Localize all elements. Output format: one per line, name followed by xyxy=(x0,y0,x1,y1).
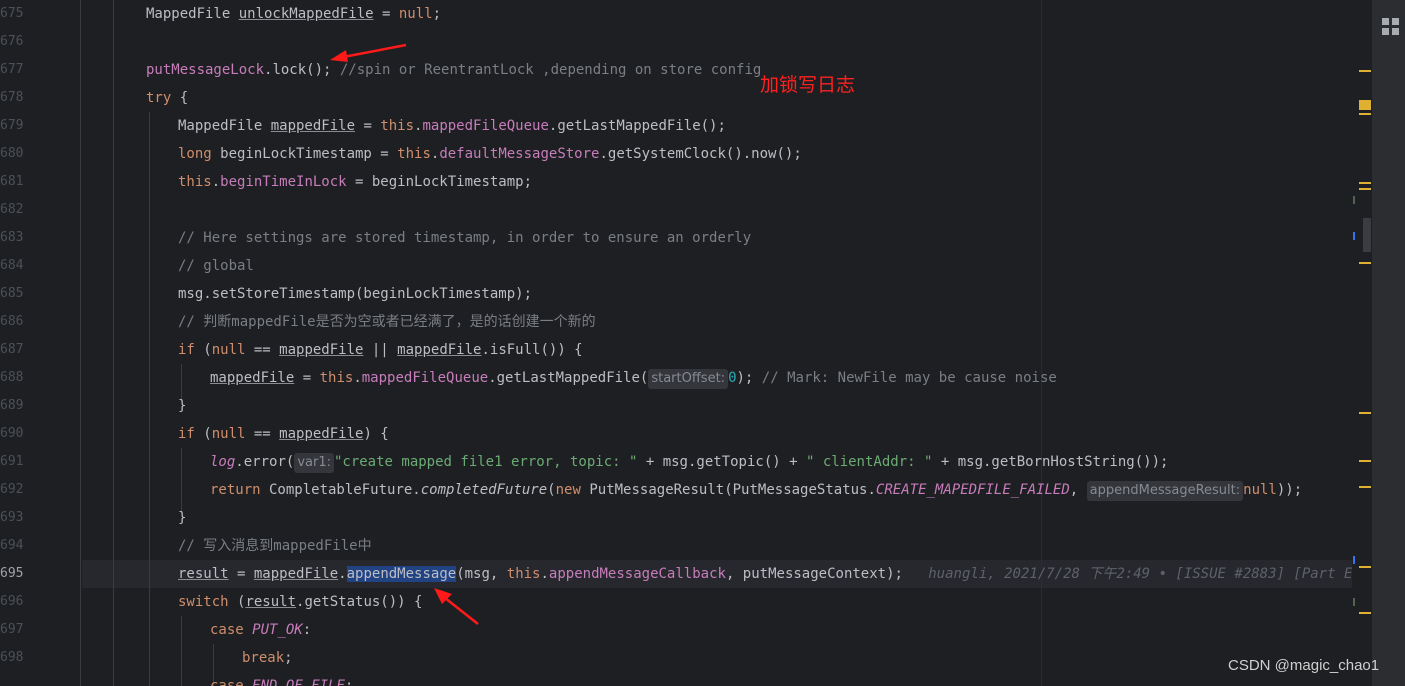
line-number-gutter[interactable]: 675 676 677 678 679 680 681 682 683 684 … xyxy=(0,0,82,686)
warning-marker[interactable] xyxy=(1359,100,1371,110)
line-number: 679 xyxy=(0,118,24,133)
right-tool-strip xyxy=(1372,0,1405,686)
watermark: CSDN @magic_chao1 xyxy=(1228,657,1380,674)
line-number: 682 xyxy=(0,202,24,217)
code-line-683[interactable]: // Here settings are stored timestamp, i… xyxy=(178,224,751,252)
code-line-693[interactable]: } xyxy=(178,504,186,532)
code-line-691[interactable]: log.error(var1: "create mapped file1 erro… xyxy=(210,448,1168,476)
indent-guide xyxy=(149,112,150,686)
line-number: 677 xyxy=(0,62,24,77)
warning-marker[interactable] xyxy=(1359,460,1371,462)
git-blame-annotation: huangli, 2021/7/28 下午2:49 • [ISSUE #2883… xyxy=(928,566,1372,582)
line-number: 696 xyxy=(0,594,24,609)
code-line-685[interactable]: msg.setStoreTimestamp(beginLockTimestamp… xyxy=(178,280,532,308)
line-number: 681 xyxy=(0,174,24,189)
line-number: 694 xyxy=(0,538,24,553)
warning-marker[interactable] xyxy=(1359,486,1371,488)
parameter-hint: var1: xyxy=(294,453,334,473)
structure-icon[interactable] xyxy=(1381,17,1401,37)
change-marker[interactable] xyxy=(1353,598,1355,606)
gutter-divider xyxy=(80,0,81,686)
line-number-current: 695 xyxy=(0,566,24,581)
code-line-699[interactable]: case END_OF_FILE: xyxy=(210,672,353,686)
line-number: 684 xyxy=(0,258,24,273)
code-editor[interactable]: 675 676 677 678 679 680 681 682 683 684 … xyxy=(0,0,1372,686)
warning-marker[interactable] xyxy=(1359,70,1371,72)
line-number: 686 xyxy=(0,314,24,329)
line-number: 698 xyxy=(0,650,24,665)
warning-marker[interactable] xyxy=(1359,188,1371,190)
warning-marker[interactable] xyxy=(1359,412,1371,414)
line-number: 683 xyxy=(0,230,24,245)
code-line-695[interactable]: result = mappedFile.appendMessage(msg, t… xyxy=(178,560,1372,588)
code-line-681[interactable]: this.beginTimeInLock = beginLockTimestam… xyxy=(178,168,532,196)
code-line-675[interactable]: MappedFile unlockMappedFile = null; xyxy=(146,0,441,28)
code-line-679[interactable]: MappedFile mappedFile = this.mappedFileQ… xyxy=(178,112,726,140)
warning-marker[interactable] xyxy=(1359,182,1371,184)
change-marker[interactable] xyxy=(1353,232,1355,240)
code-line-696[interactable]: switch (result.getStatus()) { xyxy=(178,588,422,616)
line-number: 691 xyxy=(0,454,24,469)
code-line-698[interactable]: break; xyxy=(242,644,293,672)
line-number: 689 xyxy=(0,398,24,413)
code-line-684[interactable]: // global xyxy=(178,252,254,280)
line-number: 693 xyxy=(0,510,24,525)
warning-marker[interactable] xyxy=(1359,566,1371,568)
line-number: 688 xyxy=(0,370,24,385)
code-line-686[interactable]: // 判断mappedFile是否为空或者已经满了，是的话创建一个新的 xyxy=(178,308,596,336)
line-number: 676 xyxy=(0,34,24,49)
change-marker[interactable] xyxy=(1353,196,1355,204)
code-line-678[interactable]: try { xyxy=(146,84,188,112)
line-number: 675 xyxy=(0,6,24,21)
indent-guide xyxy=(113,0,114,686)
warning-marker[interactable] xyxy=(1359,262,1371,264)
line-number: 687 xyxy=(0,342,24,357)
annotation-text: 加锁写日志 xyxy=(760,74,856,96)
indent-guide xyxy=(181,616,182,686)
code-line-692[interactable]: return CompletableFuture.completedFuture… xyxy=(210,476,1302,504)
code-line-697[interactable]: case PUT_OK: xyxy=(210,616,311,644)
line-number: 692 xyxy=(0,482,24,497)
parameter-hint: appendMessageResult: xyxy=(1086,481,1244,501)
line-number: 697 xyxy=(0,622,24,637)
indent-guide xyxy=(181,448,182,512)
change-marker[interactable] xyxy=(1353,556,1355,564)
line-number: 680 xyxy=(0,146,24,161)
code-line-687[interactable]: if (null == mappedFile || mappedFile.isF… xyxy=(178,336,583,364)
code-line-677[interactable]: putMessageLock.lock(); //spin or Reentra… xyxy=(146,56,761,84)
line-number: 685 xyxy=(0,286,24,301)
code-line-689[interactable]: } xyxy=(178,392,186,420)
code-line-688[interactable]: mappedFile = this.mappedFileQueue.getLas… xyxy=(210,364,1057,392)
line-number: 678 xyxy=(0,90,24,105)
parameter-hint: startOffset: xyxy=(648,369,729,389)
scrollbar-thumb[interactable] xyxy=(1363,218,1371,252)
code-line-680[interactable]: long beginLockTimestamp = this.defaultMe… xyxy=(178,140,802,168)
code-line-694[interactable]: // 写入消息到mappedFile中 xyxy=(178,532,372,560)
warning-marker[interactable] xyxy=(1359,113,1371,115)
line-number: 690 xyxy=(0,426,24,441)
warning-marker[interactable] xyxy=(1359,612,1371,614)
selected-text[interactable]: appendMessage xyxy=(346,566,457,582)
code-line-690[interactable]: if (null == mappedFile) { xyxy=(178,420,389,448)
